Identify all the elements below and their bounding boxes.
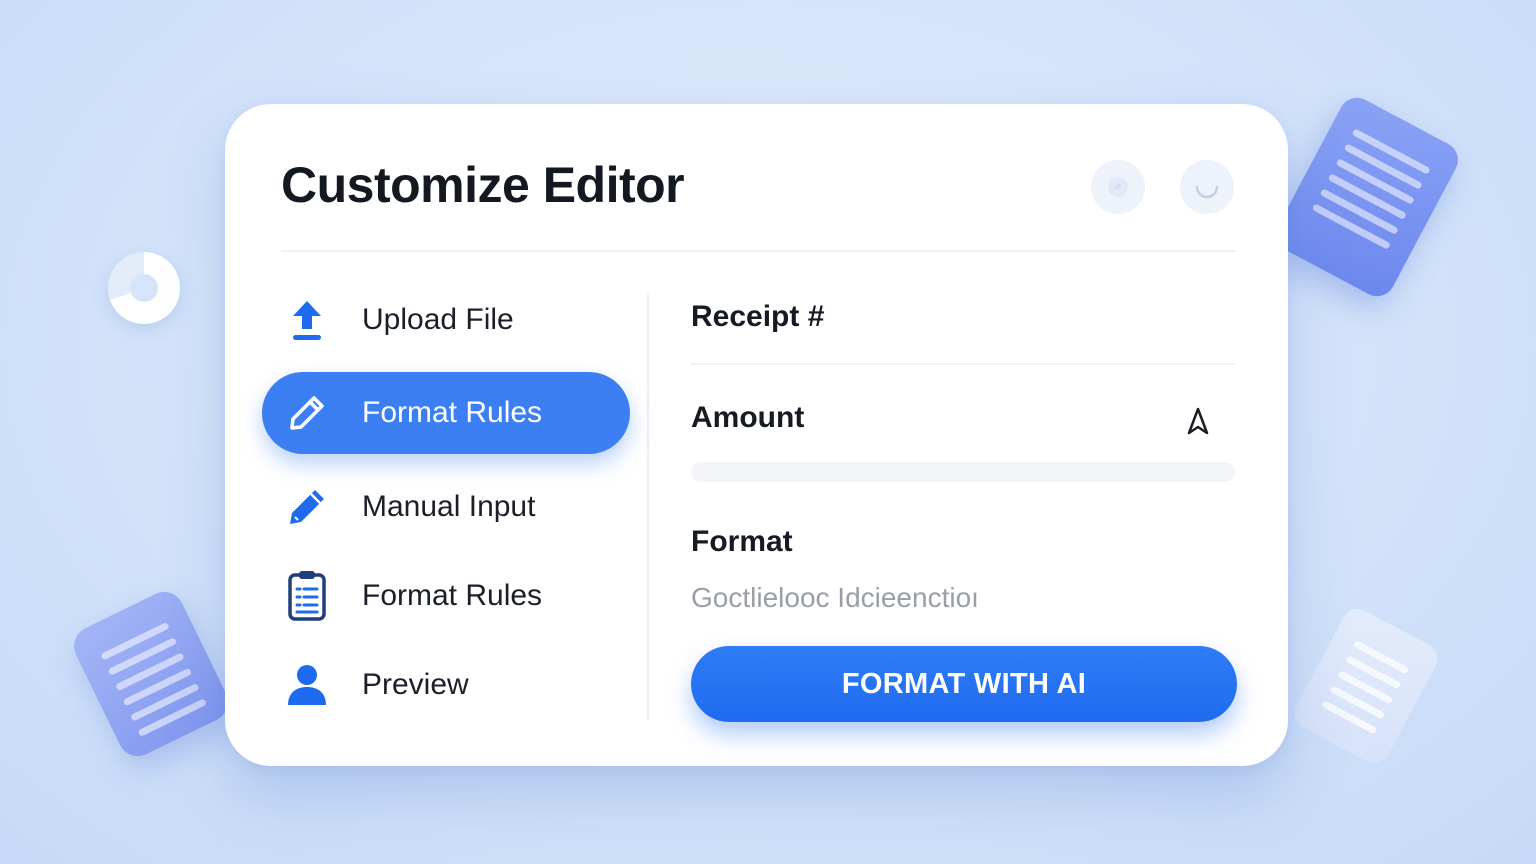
refresh-button[interactable] xyxy=(1180,160,1234,214)
amount-label: Amount xyxy=(691,401,805,434)
user-icon xyxy=(262,663,352,707)
decorative-document-icon xyxy=(1289,603,1443,769)
pen-icon xyxy=(262,486,352,528)
amount-field[interactable] xyxy=(691,462,1235,482)
customize-editor-panel: Customize Editor Upload File Format Rule… xyxy=(225,104,1288,766)
panel-divider xyxy=(647,294,649,720)
decorative-ring-icon xyxy=(108,252,180,324)
sidebar-item-label: Upload File xyxy=(362,303,514,336)
decorative-document-icon xyxy=(1269,91,1465,303)
sidebar-item-label: Format Rules xyxy=(362,579,543,612)
page-title: Customize Editor xyxy=(281,157,685,213)
receipt-number-field[interactable] xyxy=(691,363,1235,365)
sidebar-item-preview[interactable]: Preview xyxy=(262,644,630,726)
sidebar-item-format-rules[interactable]: Format Rules xyxy=(262,372,630,454)
settings-button[interactable] xyxy=(1091,160,1145,214)
format-label: Format xyxy=(691,525,793,558)
refresh-icon xyxy=(1195,185,1219,199)
sidebar-item-format-rules-list[interactable]: Format Rules xyxy=(262,555,630,637)
settings-icon xyxy=(1108,177,1128,197)
format-input[interactable] xyxy=(691,578,1231,618)
clipboard-list-icon xyxy=(262,569,352,623)
pencil-icon xyxy=(262,393,352,433)
sidebar-item-upload-file[interactable]: Upload File xyxy=(262,279,630,361)
upload-icon xyxy=(262,297,352,343)
format-with-ai-button[interactable]: FORMAT WITH AI xyxy=(691,646,1237,722)
receipt-number-label: Receipt # xyxy=(691,300,825,333)
sidebar-item-label: Manual Input xyxy=(362,490,536,523)
sidebar-item-label: Format Rules xyxy=(362,396,543,429)
sidebar-item-manual-input[interactable]: Manual Input xyxy=(262,466,630,548)
decorative-document-icon xyxy=(67,585,235,763)
sidebar-item-label: Preview xyxy=(362,668,469,701)
cursor-icon xyxy=(1183,404,1213,438)
header-divider xyxy=(281,250,1236,252)
